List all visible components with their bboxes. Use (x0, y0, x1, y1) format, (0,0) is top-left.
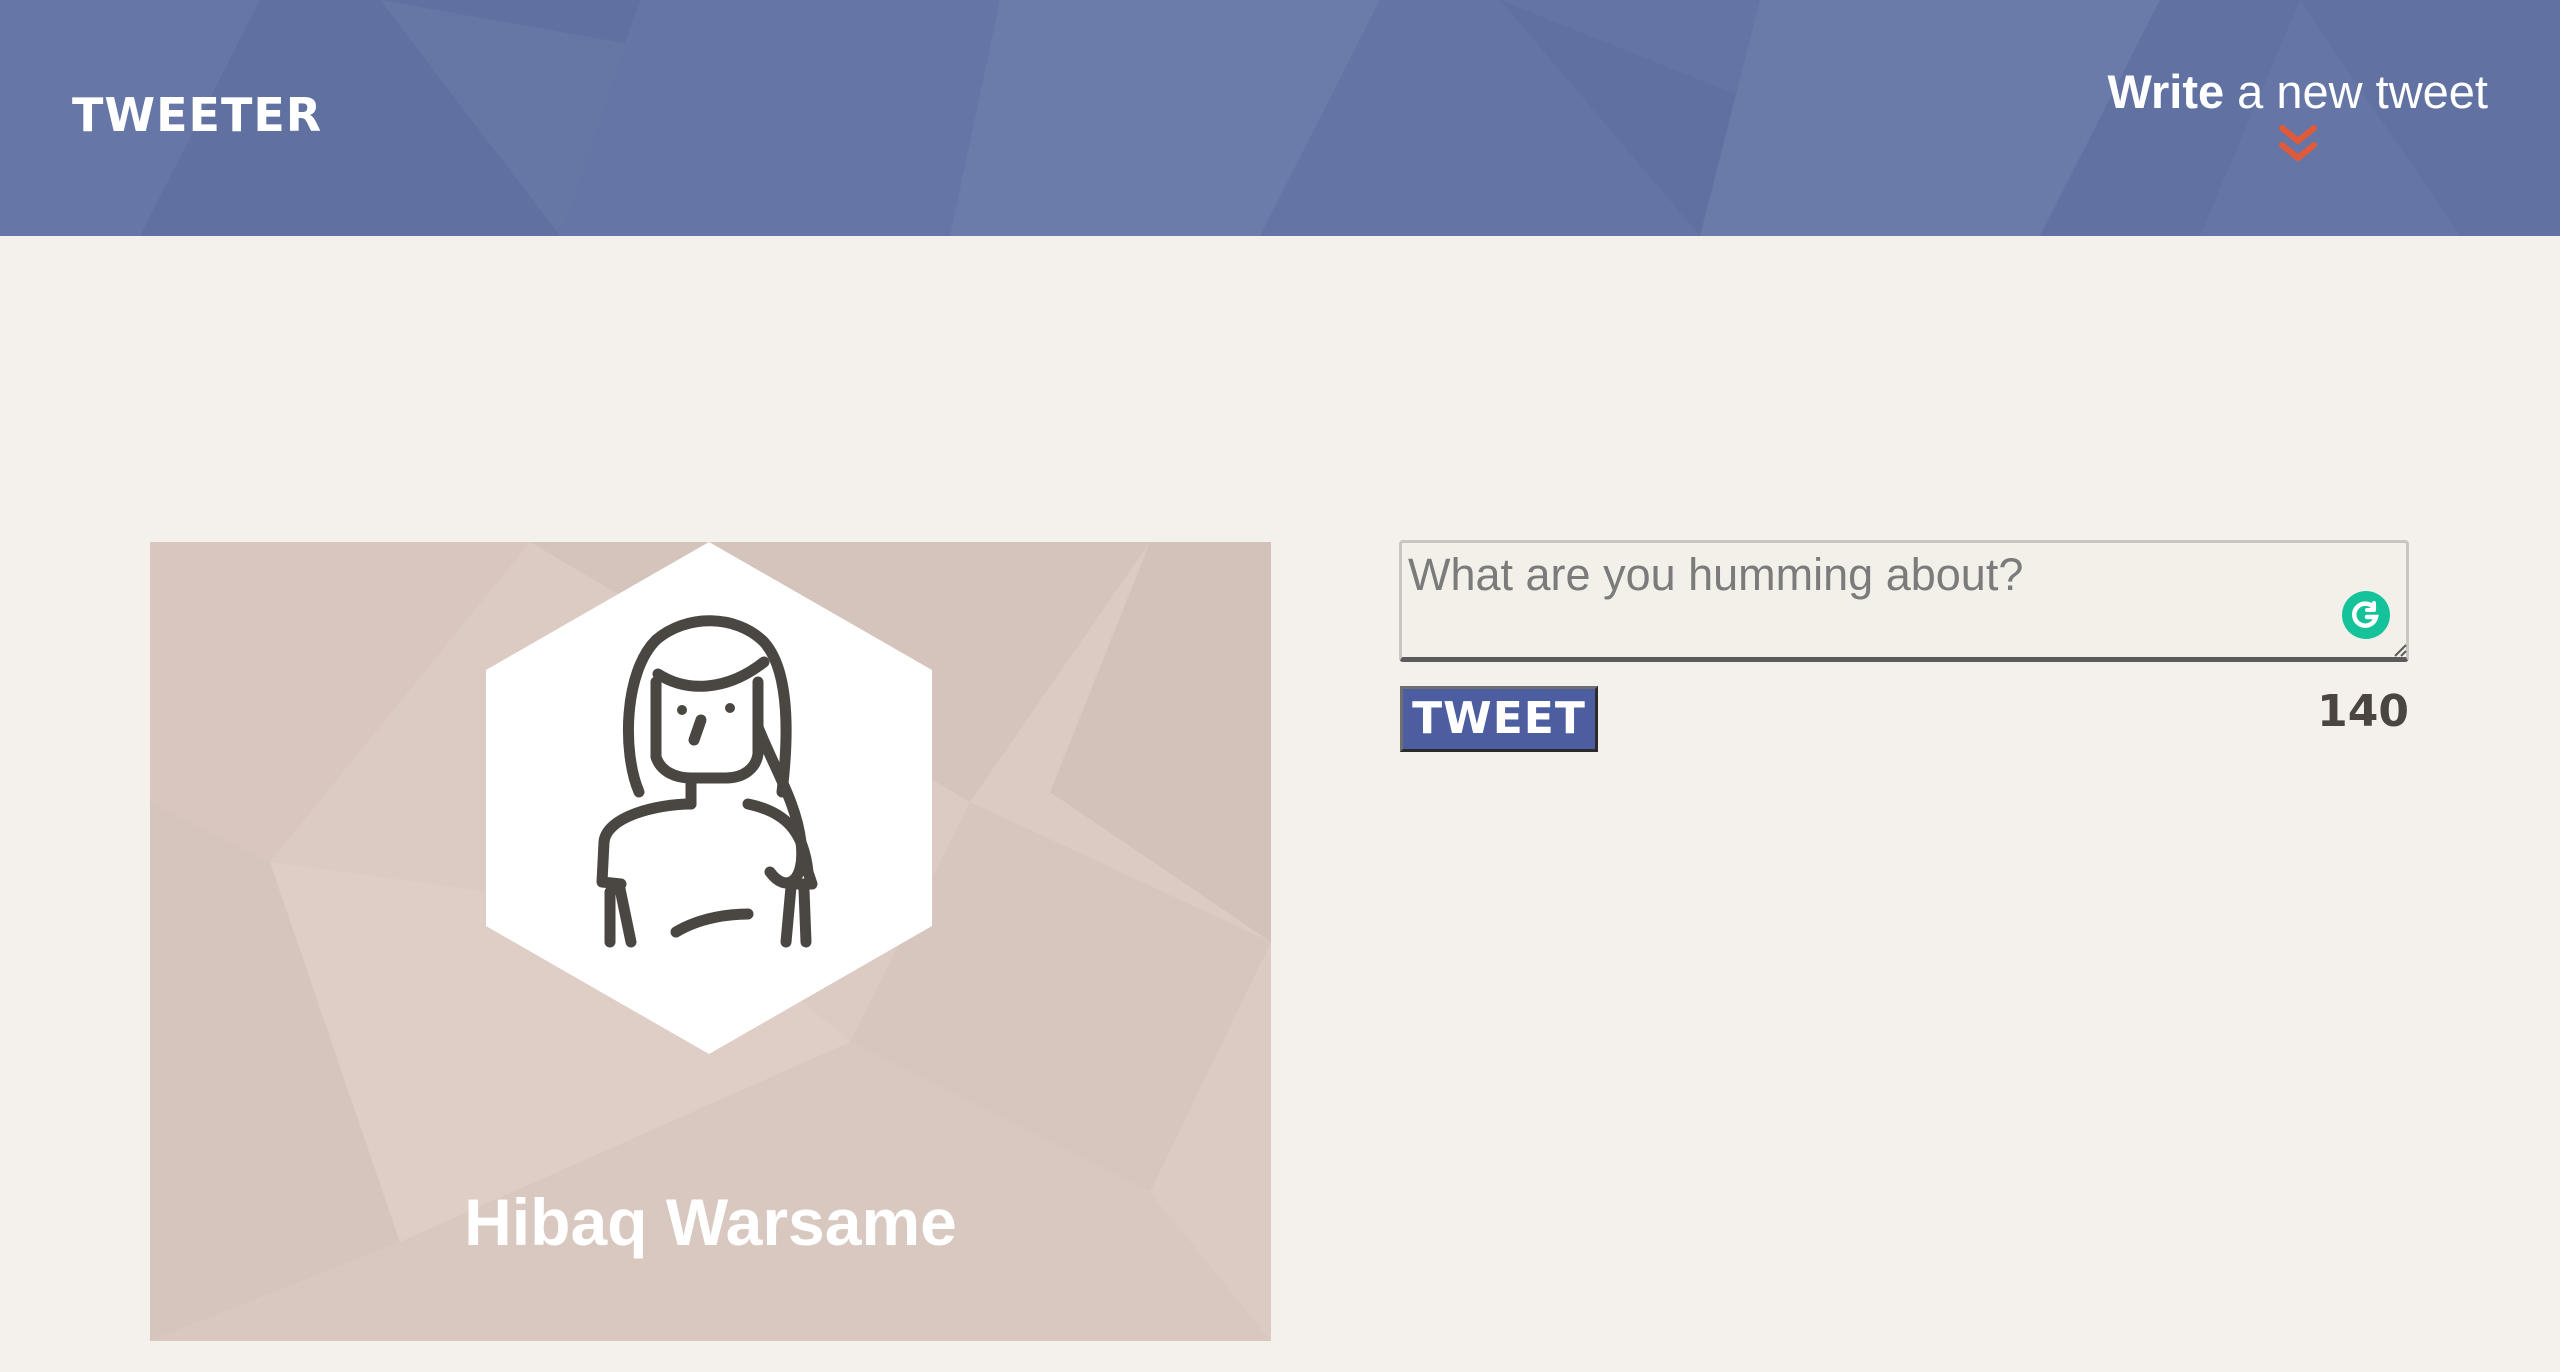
tweet-button[interactable]: TWEET (1400, 686, 1598, 752)
tweet-input[interactable] (1399, 540, 2409, 662)
resize-handle-icon[interactable] (2392, 642, 2408, 658)
compose-toggle-rest: a new tweet (2224, 65, 2488, 118)
profile-card: Hibaq Warsame (150, 542, 1271, 1341)
compose-toggle[interactable]: Write a new tweet (2107, 64, 2488, 166)
brand-logo[interactable]: TWEETER (72, 88, 322, 142)
double-chevron-down-icon[interactable] (2277, 124, 2319, 166)
character-counter: 140 (2317, 686, 2409, 737)
compose-toggle-strong: Write (2107, 65, 2225, 118)
woman-avatar-icon (486, 542, 932, 1054)
top-nav: TWEETER Write a new tweet (0, 0, 2560, 236)
compose-toggle-text[interactable]: Write a new tweet (2107, 64, 2488, 120)
grammarly-icon[interactable] (2341, 590, 2391, 640)
profile-name: Hibaq Warsame (464, 1185, 957, 1259)
